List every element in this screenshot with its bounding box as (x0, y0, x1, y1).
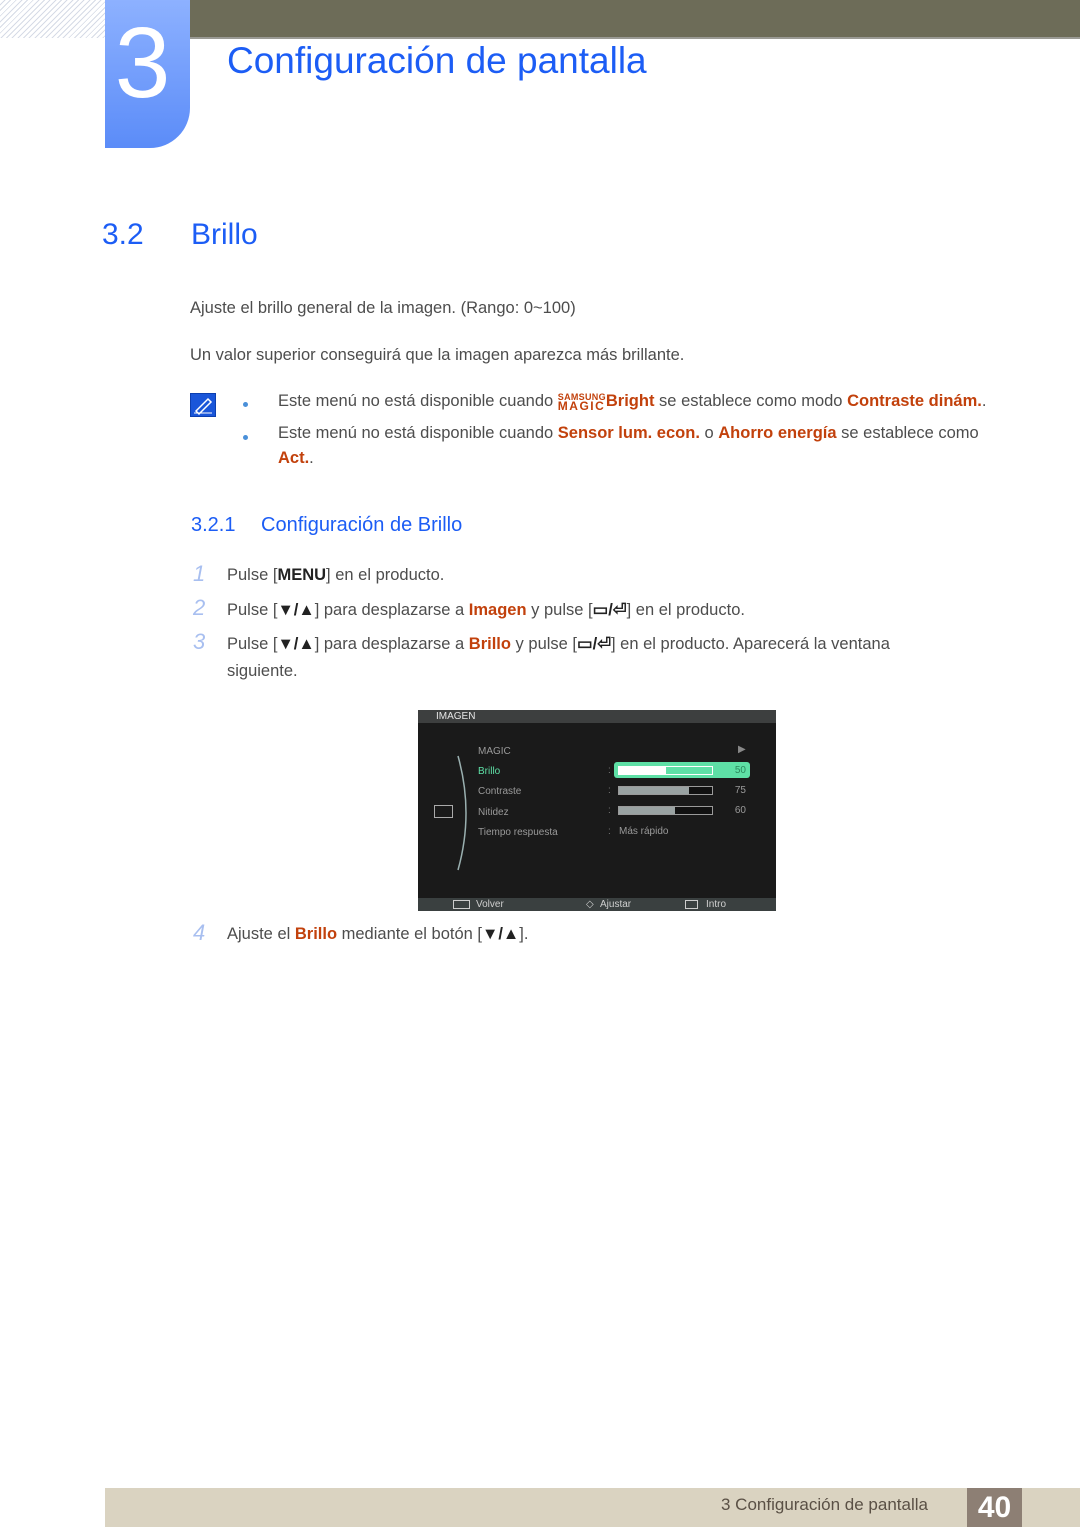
footer-band (105, 1488, 1080, 1527)
osd-colon: : (608, 826, 611, 837)
osd-contraste-value: 75 (734, 785, 746, 796)
step-text: ] en el producto. (326, 566, 445, 584)
note-text: Este menú no está disponible cuando (278, 424, 558, 442)
step-1: Pulse [MENU] en el producto. (227, 566, 444, 585)
enter-key-icon: ▭/⏎ (592, 601, 627, 619)
step-4: Ajuste el Brillo mediante el botón [▼/▲]… (227, 925, 528, 944)
step-number: 3 (193, 629, 206, 654)
step-text: Pulse [ (227, 566, 278, 584)
bullet-dot (243, 402, 248, 407)
chapter-number: 3 (114, 7, 171, 119)
osd-item-magic: MAGIC (478, 746, 511, 757)
osd-item-contraste: Contraste (478, 786, 522, 797)
up-down-key-icon: ▼/▲ (277, 635, 315, 653)
osd-item-brillo: Brillo (478, 766, 501, 777)
osd-nitidez-bar (618, 806, 713, 815)
step-text: Pulse [ (227, 635, 278, 653)
up-down-key-icon: ▼/▲ (481, 925, 520, 943)
step-text: ] en el producto. Aparecerá la ventana (611, 635, 890, 653)
osd-item-tiempo: Tiempo respuesta (478, 827, 558, 838)
note-text: se establece como (836, 424, 979, 442)
subsection-title: Configuración de Brillo (261, 514, 463, 536)
osd-tiempo-value: Más rápido (619, 826, 669, 837)
note-pencil-icon (190, 393, 216, 417)
highlight-brillo: Brillo (294, 925, 338, 943)
magic-bright-word: Bright (605, 392, 655, 410)
note-text: . (309, 449, 314, 467)
enter-key-icon: ▭/⏎ (577, 635, 612, 653)
osd-enter-label: Intro (706, 899, 727, 910)
note-text: se establece como modo (654, 392, 848, 410)
osd-header: IMAGEN (418, 710, 776, 723)
osd-item-nitidez: Nitidez (478, 807, 509, 818)
note-text: . (981, 392, 987, 410)
header-hatch-decoration (0, 0, 105, 38)
highlight-contraste-dinam: Contraste dinám. (847, 392, 982, 410)
osd-adjust-label: Ajustar (600, 899, 632, 910)
section-title: Brillo (191, 218, 258, 251)
subsection-number: 3.2.1 (191, 514, 236, 536)
osd-bar-fill (619, 807, 675, 814)
highlight-act: Act. (278, 449, 310, 467)
intro-paragraph-2: Un valor superior conseguirá que la imag… (190, 346, 685, 364)
step-text: Ajuste el (227, 925, 295, 943)
step-text: ] para desplazarse a (314, 635, 469, 653)
intro-paragraph-1: Ajuste el brillo general de la imagen. (… (190, 299, 576, 317)
osd-screenshot: IMAGEN MAGIC ▶ Brillo : 50 Contraste : 7… (418, 710, 776, 911)
page-number: 40 (967, 1488, 1022, 1527)
step-2: Pulse [▼/▲] para desplazarse a Imagen y … (227, 600, 745, 620)
menu-key: MENU (277, 566, 327, 584)
osd-brillo-value: 50 (734, 765, 746, 776)
osd-arrow-right-icon: ▶ (738, 744, 746, 755)
enter-icon (685, 900, 698, 909)
section-number: 3.2 (102, 218, 144, 251)
osd-bar-fill (619, 787, 689, 794)
osd-arc-decoration (457, 755, 467, 871)
up-down-key-icon: ▼/▲ (277, 601, 315, 619)
step-number: 4 (193, 920, 206, 945)
highlight-imagen: Imagen (468, 601, 527, 619)
step-3-continued: siguiente. (227, 662, 298, 680)
bullet-dot (243, 435, 248, 440)
step-3: Pulse [▼/▲] para desplazarse a Brillo y … (227, 634, 890, 654)
step-number: 2 (193, 595, 206, 620)
note-2-continued: Act.. (278, 449, 314, 468)
highlight-brillo: Brillo (468, 635, 511, 653)
step-number: 1 (193, 561, 206, 586)
logo-bottom: MAGIC (557, 399, 606, 413)
highlight-ahorro: Ahorro energía (718, 424, 837, 442)
osd-menu-icon (434, 805, 453, 818)
note-2: Este menú no está disponible cuando Sens… (278, 424, 979, 443)
osd-colon: : (608, 785, 611, 796)
note-1: Este menú no está disponible cuando SAMS… (278, 392, 987, 413)
back-icon (453, 900, 470, 909)
adjust-icon: ◇ (586, 899, 594, 910)
osd-brillo-bar (618, 766, 713, 775)
step-text: y pulse [ (526, 601, 593, 619)
step-text: Pulse [ (227, 601, 278, 619)
osd-contraste-bar (618, 786, 713, 795)
highlight-sensor: Sensor lum. econ. (557, 424, 700, 442)
osd-colon: : (608, 765, 611, 776)
osd-back-label: Volver (476, 899, 504, 910)
osd-bar-fill (619, 767, 666, 774)
samsung-magic-logo: SAMSUNG MAGIC (557, 393, 606, 413)
step-text: mediante el botón [ (337, 925, 482, 943)
note-text: o (699, 424, 719, 442)
osd-footer: Volver ◇ Ajustar Intro (418, 898, 776, 911)
header-bar (190, 0, 1080, 39)
step-text: ]. (519, 925, 529, 943)
step-text: ] en el producto. (626, 601, 745, 619)
note-text: Este menú no está disponible cuando (278, 392, 558, 410)
osd-nitidez-value: 60 (734, 805, 746, 816)
step-text: y pulse [ (510, 635, 578, 653)
osd-colon: : (608, 805, 611, 816)
chapter-title: Configuración de pantalla (227, 40, 647, 81)
step-text: ] para desplazarse a (314, 601, 469, 619)
footer-chapter-label: 3 Configuración de pantalla (721, 1495, 928, 1514)
